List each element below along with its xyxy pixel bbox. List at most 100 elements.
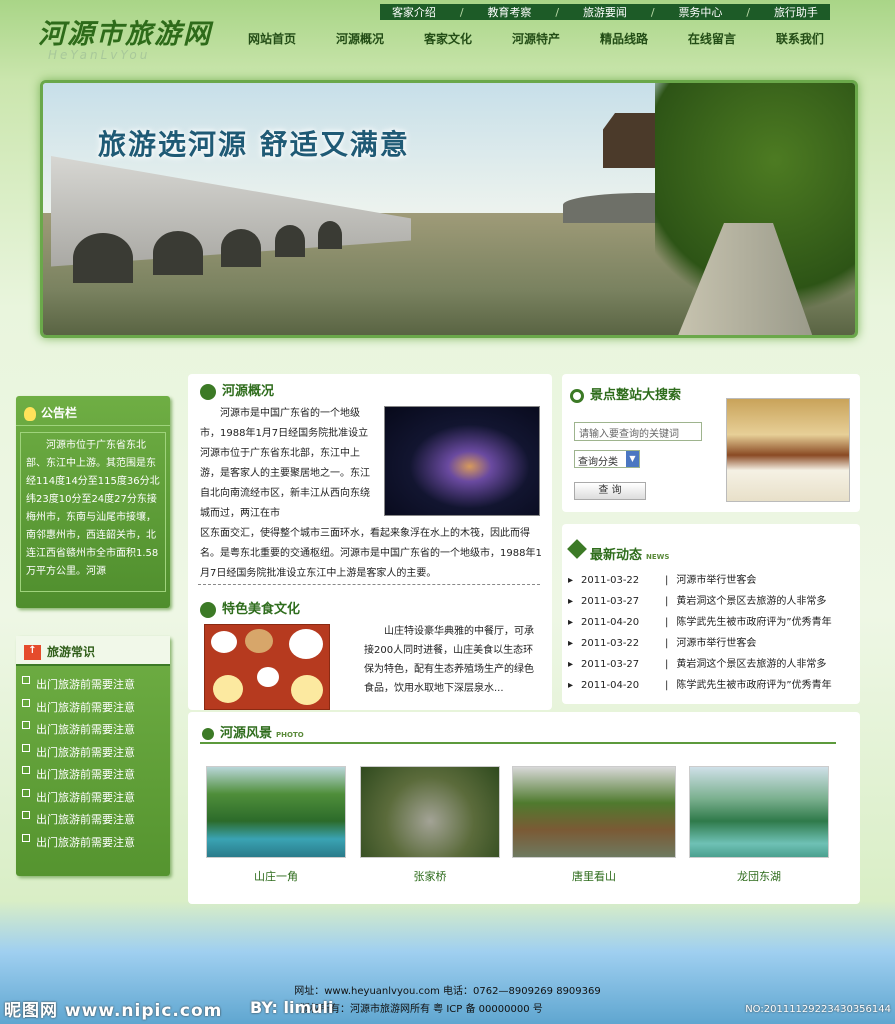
dish (289, 629, 323, 659)
news-item[interactable]: ▸ 2011-03-22 | 河源市举行世客会 (568, 633, 858, 654)
watermark-author: BY: limuli (250, 998, 334, 1017)
nav-routes[interactable]: 精品线路 (588, 30, 660, 47)
dish (291, 675, 323, 705)
search-button[interactable]: 查 询 (574, 482, 646, 500)
scenery-caption[interactable]: 唐里看山 (524, 868, 664, 884)
overview-text: 河源市是中国广东省的一个地级市，1988年1月7日经国务院批准设立河源市位于广东… (200, 404, 545, 584)
tag-icon (200, 601, 216, 618)
scenery-caption[interactable]: 张家桥 (360, 868, 500, 884)
bullet-icon: . (22, 676, 30, 684)
news-item[interactable]: ▸ 2011-04-20 | 陈学武先生被市政府评为”优秀青年 (568, 675, 858, 696)
notice-header: 公告栏 (16, 396, 170, 426)
nav-message[interactable]: 在线留言 (676, 30, 748, 47)
news-item[interactable]: ▸ 2011-03-27 | 黄岩洞这个景区去旅游的人非常多 (568, 654, 858, 675)
nav-specialties[interactable]: 河源特产 (500, 30, 572, 47)
notice-board: 公告栏 河源市位于广东省东北部、东江中上游。其范围是东经114度14分至115度… (16, 396, 170, 608)
nav-hakka-culture[interactable]: 客家文化 (412, 30, 484, 47)
lightbulb-icon (24, 406, 36, 421)
dish (211, 631, 237, 653)
news-title: 最新动态 NEWS (590, 548, 670, 563)
scenery-gallery: 河源风景 PHOTO 山庄一角 张家桥 唐里看山 龙団东湖 (188, 712, 860, 904)
bullet-icon: . (22, 698, 30, 707)
top-link-tickets[interactable]: 票务中心 (678, 4, 722, 20)
news-item[interactable]: ▸ 2011-03-22 | 河源市举行世客会 (568, 570, 858, 591)
search-title: 景点整站大搜索 (570, 384, 681, 403)
site-search-panel: 景点整站大搜索 请输入要查询的关键词 查询分类 ▼ 查 询 (562, 374, 860, 512)
bullet-icon: . (22, 743, 30, 752)
tips-title: 旅游常识 (47, 645, 96, 659)
tips-header: ↑ 旅游常识 (16, 636, 170, 666)
top-link-assistant[interactable]: 旅行助手 (774, 4, 818, 20)
watermark-site: 昵图网 www.nipic.com (4, 1001, 223, 1021)
food-photo[interactable] (204, 624, 330, 710)
list-item[interactable]: .出门旅游前需要注意 (22, 719, 164, 742)
bridge-arch (73, 233, 133, 283)
footer-contact: 网址：www.heyuanlvyou.com 电话：0762—8909269 8… (294, 986, 601, 997)
scenery-photo[interactable] (360, 766, 500, 858)
magnifier-icon (570, 388, 584, 403)
bridge-arch (221, 229, 261, 267)
top-link-hakka[interactable]: 客家介绍 (392, 4, 436, 20)
nav-contact[interactable]: 联系我们 (764, 30, 836, 47)
bullet-icon: . (22, 811, 30, 819)
dish (257, 667, 279, 687)
latest-news-panel: 最新动态 NEWS ▸ 2011-03-22 | 河源市举行世客会 ▸ 2011-03-2… (562, 524, 860, 704)
list-item[interactable]: .出门旅游前需要注意 (22, 764, 164, 787)
bridge-arch (153, 231, 203, 275)
top-link-travel-news[interactable]: 旅游要闻 (583, 4, 627, 20)
main-nav: 网站首页 河源概况 客家文化 河源特产 精品线路 在线留言 联系我们 (236, 30, 836, 47)
news-item[interactable]: ▸ 2011-03-27 | 黄岩洞这个景区去旅游的人非常多 (568, 591, 858, 612)
site-logo[interactable]: 河源市旅游网 (38, 12, 212, 51)
overview-text-part2: 区东面交汇，使得整个城市三面环水，看起来象浮在水上的木筏，因此而得名。是粤东北重… (200, 528, 542, 579)
section-title-overview[interactable]: 河源概况 (200, 380, 274, 400)
hotel-room-photo[interactable] (726, 398, 850, 502)
section-title-food[interactable]: 特色美食文化 (200, 598, 300, 618)
bullet-icon: . (22, 766, 30, 774)
scenery-photo[interactable] (206, 766, 346, 858)
top-link-bar: 客家介绍 / 教育考察 / 旅游要闻 / 票务中心 / 旅行助手 (380, 4, 830, 20)
scenery-caption[interactable]: 龙団东湖 (689, 868, 829, 884)
news-title-en: NEWS (646, 553, 670, 561)
scenery-title-en: PHOTO (276, 731, 304, 739)
footer-copyright: 版权所有：河源市旅游网所有 粤 ICP 备 00000000 号 (300, 1004, 543, 1015)
dish (213, 675, 243, 703)
list-item[interactable]: .出门旅游前需要注意 (22, 832, 164, 855)
travel-tips-panel: ↑ 旅游常识 .出门旅游前需要注意 .出门旅游前需要注意 .出门旅游前需要注意 .… (16, 636, 170, 876)
list-item[interactable]: .出门旅游前需要注意 (22, 674, 164, 697)
nav-overview[interactable]: 河源概况 (324, 30, 396, 47)
arrow-up-icon: ↑ (24, 645, 41, 660)
tips-list: .出门旅游前需要注意 .出门旅游前需要注意 .出门旅游前需要注意 .出门旅游前需… (16, 666, 170, 862)
bridge-arch (275, 225, 305, 257)
food-text: 山庄特设豪华典雅的中餐厅，可承接200人同时进餐，山庄美食以生态环保为特色，配有… (364, 626, 534, 694)
list-item[interactable]: .出门旅游前需要注意 (22, 697, 164, 720)
pen-icon (567, 539, 587, 559)
top-link-study[interactable]: 教育考察 (487, 4, 531, 20)
play-icon (202, 727, 214, 740)
center-content: 河源概况 河源市是中国广东省的一个地级市，1988年1月7日经国务院批准设立河源… (188, 374, 552, 710)
scenery-photo[interactable] (512, 766, 676, 858)
notice-title: 公告栏 (41, 406, 78, 420)
scenery-caption[interactable]: 山庄一角 (206, 868, 346, 884)
search-input[interactable]: 请输入要查询的关键词 (574, 422, 702, 441)
scenery-photo[interactable] (689, 766, 829, 858)
overview-text-part1: 河源市是中国广东省的一个地级市，1988年1月7日经国务院批准设立河源市位于广东… (200, 408, 370, 519)
category-select[interactable]: 查询分类 ▼ (574, 450, 640, 468)
list-item[interactable]: .出门旅游前需要注意 (22, 787, 164, 810)
nav-home[interactable]: 网站首页 (236, 30, 308, 47)
news-item[interactable]: ▸ 2011-04-20 | 陈学武先生被市政府评为”优秀青年 (568, 612, 858, 633)
notice-text: 河源市位于广东省东北部、东江中上游。其范围是东经114度14分至115度36分北… (20, 432, 166, 592)
hero-banner: 旅游选河源 舒适又满意 (40, 80, 858, 338)
list-item[interactable]: .出门旅游前需要注意 (22, 742, 164, 765)
list-item[interactable]: .出门旅游前需要注意 (22, 809, 164, 832)
bridge-arch (318, 221, 342, 249)
divider (198, 584, 540, 585)
bullet-icon: . (22, 788, 30, 797)
news-list: ▸ 2011-03-22 | 河源市举行世客会 ▸ 2011-03-27 | 黄岩洞这个景区… (568, 570, 858, 696)
scenery-title: 河源风景 PHOTO (202, 722, 304, 741)
site-logo-subtitle: HeYanLvYou (48, 48, 151, 62)
teapot (245, 629, 273, 653)
watermark-number: NO:20111129223430356144 (745, 1004, 891, 1015)
bullet-icon: . (22, 833, 30, 842)
chevron-down-icon[interactable]: ▼ (626, 451, 639, 467)
divider (200, 742, 836, 744)
